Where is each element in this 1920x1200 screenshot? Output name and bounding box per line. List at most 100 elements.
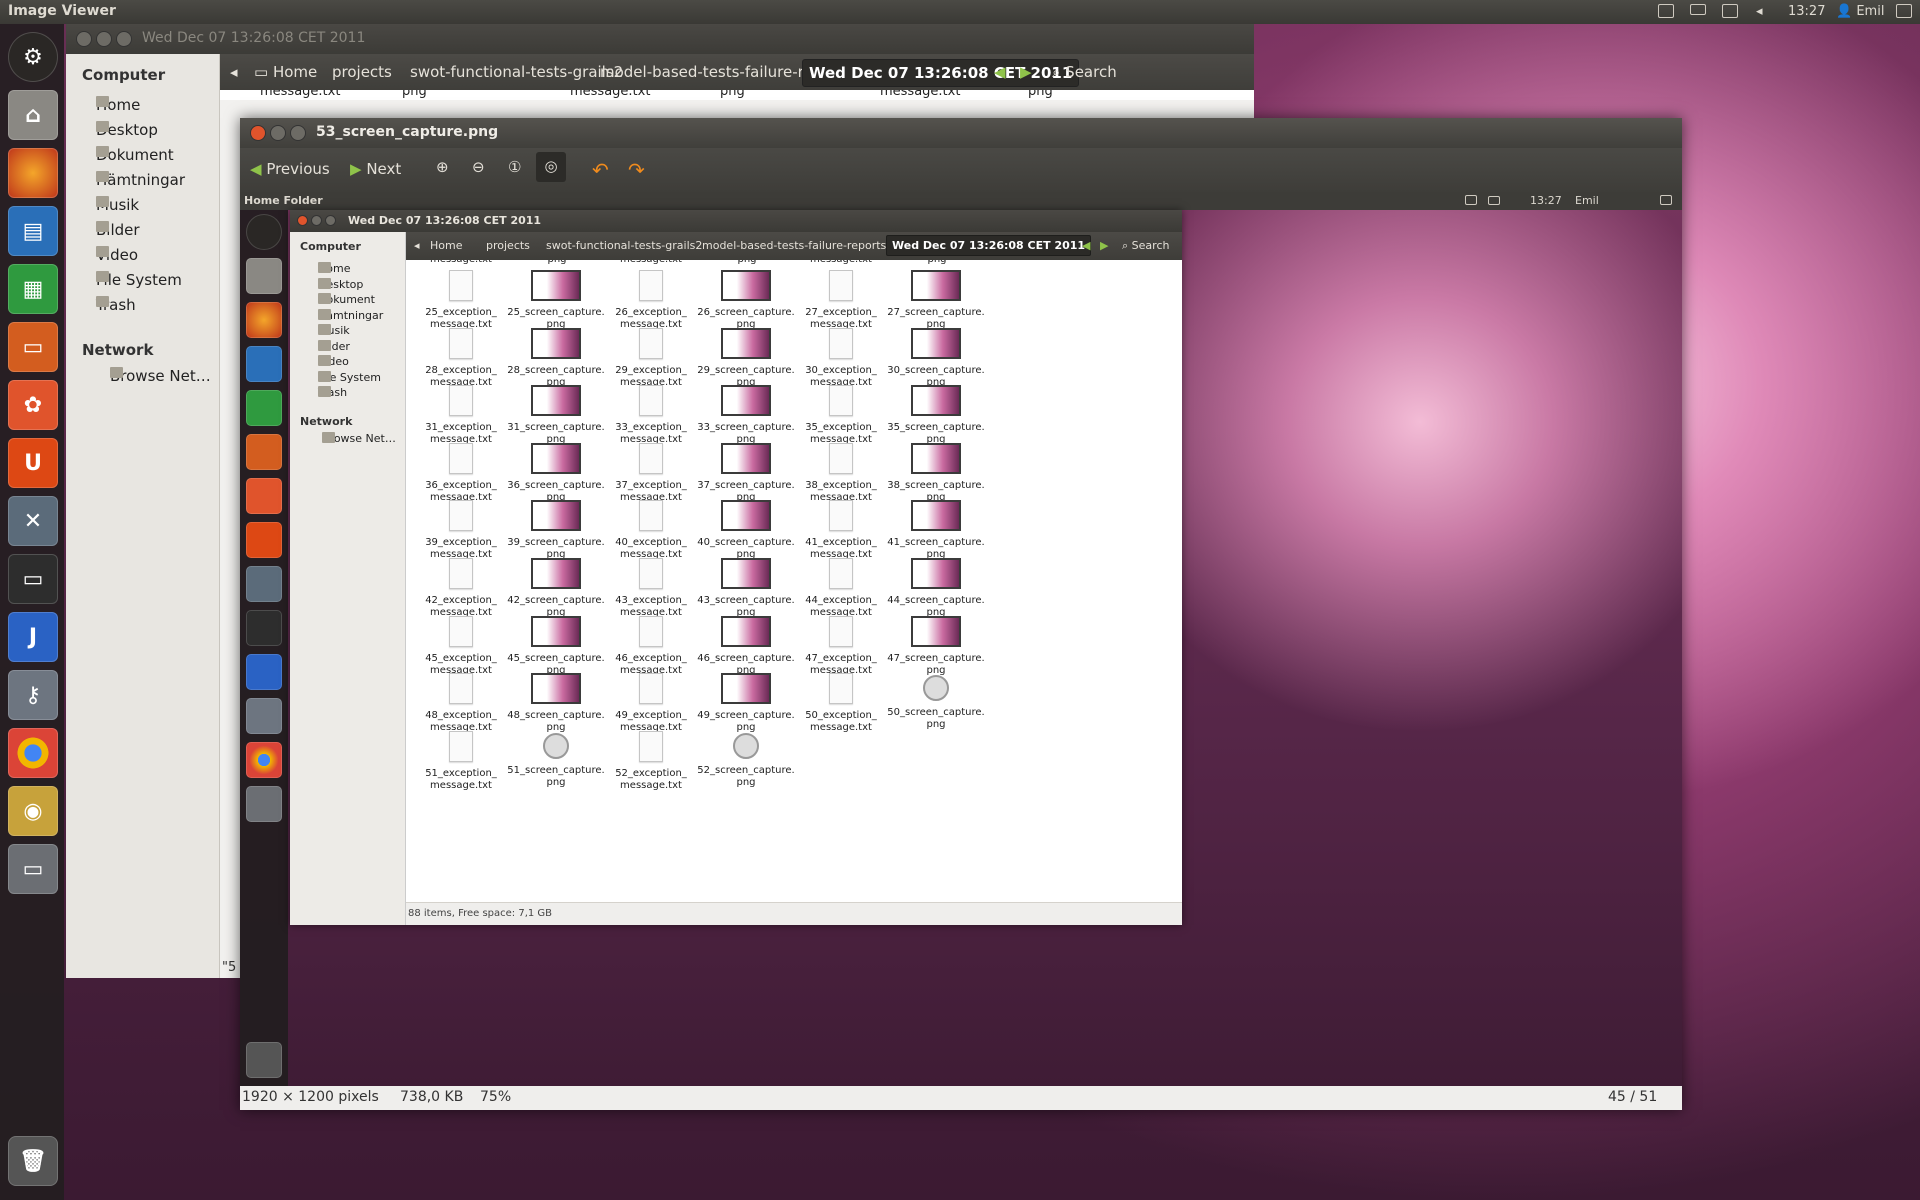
file-item: 31_exception_ message.txt (406, 385, 516, 446)
sidebar-item[interactable]: Home (96, 96, 140, 114)
sidebar-header-network: Network (82, 341, 154, 359)
inner-keys-icon (246, 698, 282, 734)
text-file-icon (449, 500, 473, 532)
ubuntu-one-icon[interactable]: U (8, 438, 58, 488)
inner-terminal-icon (246, 610, 282, 646)
file-item: 41_exception_ message.txt (786, 500, 896, 561)
previous-button[interactable]: ◀ Previous (250, 160, 330, 178)
impress-icon[interactable]: ▭ (8, 322, 58, 372)
sidebar-item[interactable]: Hämtningar (96, 171, 185, 189)
file-item: 38_exception_ message.txt (786, 442, 896, 504)
sidebar-item[interactable]: Desktop (96, 121, 158, 139)
image-thumbnail (721, 442, 771, 474)
crumb-home[interactable]: ▭ Home (254, 63, 317, 81)
file-name: 26_exception_ (615, 307, 687, 318)
mail-icon[interactable] (1690, 4, 1706, 19)
next-button[interactable]: ▶ Next (350, 160, 401, 178)
file-name: 50_exception_ (805, 710, 877, 722)
image-canvas[interactable]: Home Folder 13:27 Emil Wed Dec 07 13:26:… (240, 192, 1682, 1086)
file-name: 49_exception_ (615, 710, 687, 722)
search-button[interactable]: ⌕ Search (1052, 63, 1117, 81)
user-menu[interactable]: 👤 Emil (1836, 4, 1884, 19)
text-file-icon (449, 385, 473, 417)
close-button[interactable] (76, 31, 92, 47)
file-name: 36_exception_ (425, 479, 497, 491)
text-file-icon (639, 385, 663, 417)
terminal-icon[interactable]: ▭ (8, 554, 58, 604)
file-item: 25_screen_capture. png (501, 270, 611, 331)
ubuntu-logo-icon[interactable]: ⚙ (8, 32, 58, 82)
rotate-left-icon[interactable]: ↶ (592, 158, 609, 182)
sidebar-item[interactable]: Video (96, 246, 138, 264)
crumb-projects[interactable]: projects (332, 63, 392, 81)
partial-file-label: message.txt (406, 260, 516, 266)
sidebar-item: Trash (318, 386, 348, 399)
partial-label: png (402, 90, 427, 99)
sidebar-item[interactable]: Dokument (96, 146, 174, 164)
zoom-out-icon[interactable]: ⊖ (472, 158, 485, 176)
calc-icon[interactable]: ▦ (8, 264, 58, 314)
sidebar-item[interactable]: Musik (96, 196, 139, 214)
file-name: 46_screen_capture. (697, 652, 795, 664)
inner-file-grid: message.txtpngmessage.txtpngmessage.txtp… (406, 260, 1182, 902)
network-icon[interactable] (1722, 4, 1738, 22)
keys-icon[interactable]: ⚷ (8, 670, 58, 720)
text-file-icon (829, 270, 853, 301)
file-item: 42_screen_capture. png (501, 558, 611, 619)
image-thumbnail (721, 270, 771, 301)
intellij-icon[interactable]: J (8, 612, 58, 662)
file-item: 29_exception_ message.txt (596, 327, 706, 389)
volume-icon[interactable]: ◂ (1756, 4, 1763, 19)
crumb-swot[interactable]: swot-functional-tests-grails2 (410, 63, 623, 81)
system-settings-icon[interactable]: ✕ (8, 496, 58, 546)
inner-minimize-icon (311, 215, 322, 226)
maximize-button[interactable] (290, 125, 306, 141)
inner-user: Emil (1575, 194, 1599, 207)
disk-utility-icon[interactable]: ◉ (8, 786, 58, 836)
maximize-button[interactable] (116, 31, 132, 47)
image-thumbnail (531, 270, 581, 301)
image-thumbnail (531, 615, 581, 647)
chrome-icon[interactable] (8, 728, 58, 778)
file-name: 33_exception_ (615, 422, 687, 434)
forward-icon[interactable]: ▶ (1020, 63, 1032, 81)
clock[interactable]: 13:27 (1788, 4, 1825, 19)
software-center-icon[interactable]: ✿ (8, 380, 58, 430)
partial-file-label: png (882, 260, 992, 266)
image-thumbnail (721, 500, 771, 532)
workspaces-icon[interactable]: ▭ (8, 844, 58, 894)
firefox-icon[interactable] (8, 148, 58, 198)
close-button[interactable] (250, 125, 266, 141)
crumb-current[interactable]: Wed Dec 07 13:26:08 CET 2011 (802, 59, 1080, 87)
session-icon[interactable] (1896, 4, 1912, 22)
inner-header-computer: Computer (300, 240, 361, 253)
file-item: 30_screen_capture. png (881, 327, 991, 389)
trash-icon[interactable]: 🗑 (8, 1136, 58, 1186)
file-name: 52_screen_capture. (697, 764, 795, 776)
back-icon[interactable]: ◀ (994, 63, 1006, 81)
best-fit-icon[interactable]: ◎ (536, 152, 566, 182)
next-arrow-icon: ▶ (350, 160, 367, 178)
sidebar-item[interactable]: Bilder (96, 221, 140, 239)
sidebar-item: Dokument (318, 293, 375, 306)
image-thumbnail (911, 615, 961, 647)
text-file-icon (639, 730, 663, 762)
rotate-right-icon[interactable]: ↷ (628, 158, 645, 182)
sidebar-item-browse-network[interactable]: Browse Net… (110, 367, 211, 385)
file-name: 37_exception_ (615, 479, 687, 491)
zoom-in-icon[interactable]: ⊕ (436, 158, 449, 176)
image-thumbnail (911, 500, 961, 532)
back-arrow-icon[interactable]: ◂ (230, 63, 238, 81)
file-name: 43_exception_ (615, 595, 687, 606)
writer-icon[interactable]: ▤ (8, 206, 58, 256)
minimize-button[interactable] (270, 125, 286, 141)
files-area: message.txt png message.txt png message.… (220, 90, 1254, 100)
sidebar-item[interactable]: Trash (96, 296, 136, 314)
file-name: 44_exception_ (805, 595, 877, 606)
sidebar-item[interactable]: File System (96, 271, 182, 289)
minimize-button[interactable] (96, 31, 112, 47)
normal-size-icon[interactable]: ① (508, 158, 521, 176)
home-folder-icon[interactable]: ⌂ (8, 90, 58, 140)
file-name: 39_exception_ (425, 537, 497, 549)
clipboard-icon[interactable] (1658, 4, 1674, 22)
